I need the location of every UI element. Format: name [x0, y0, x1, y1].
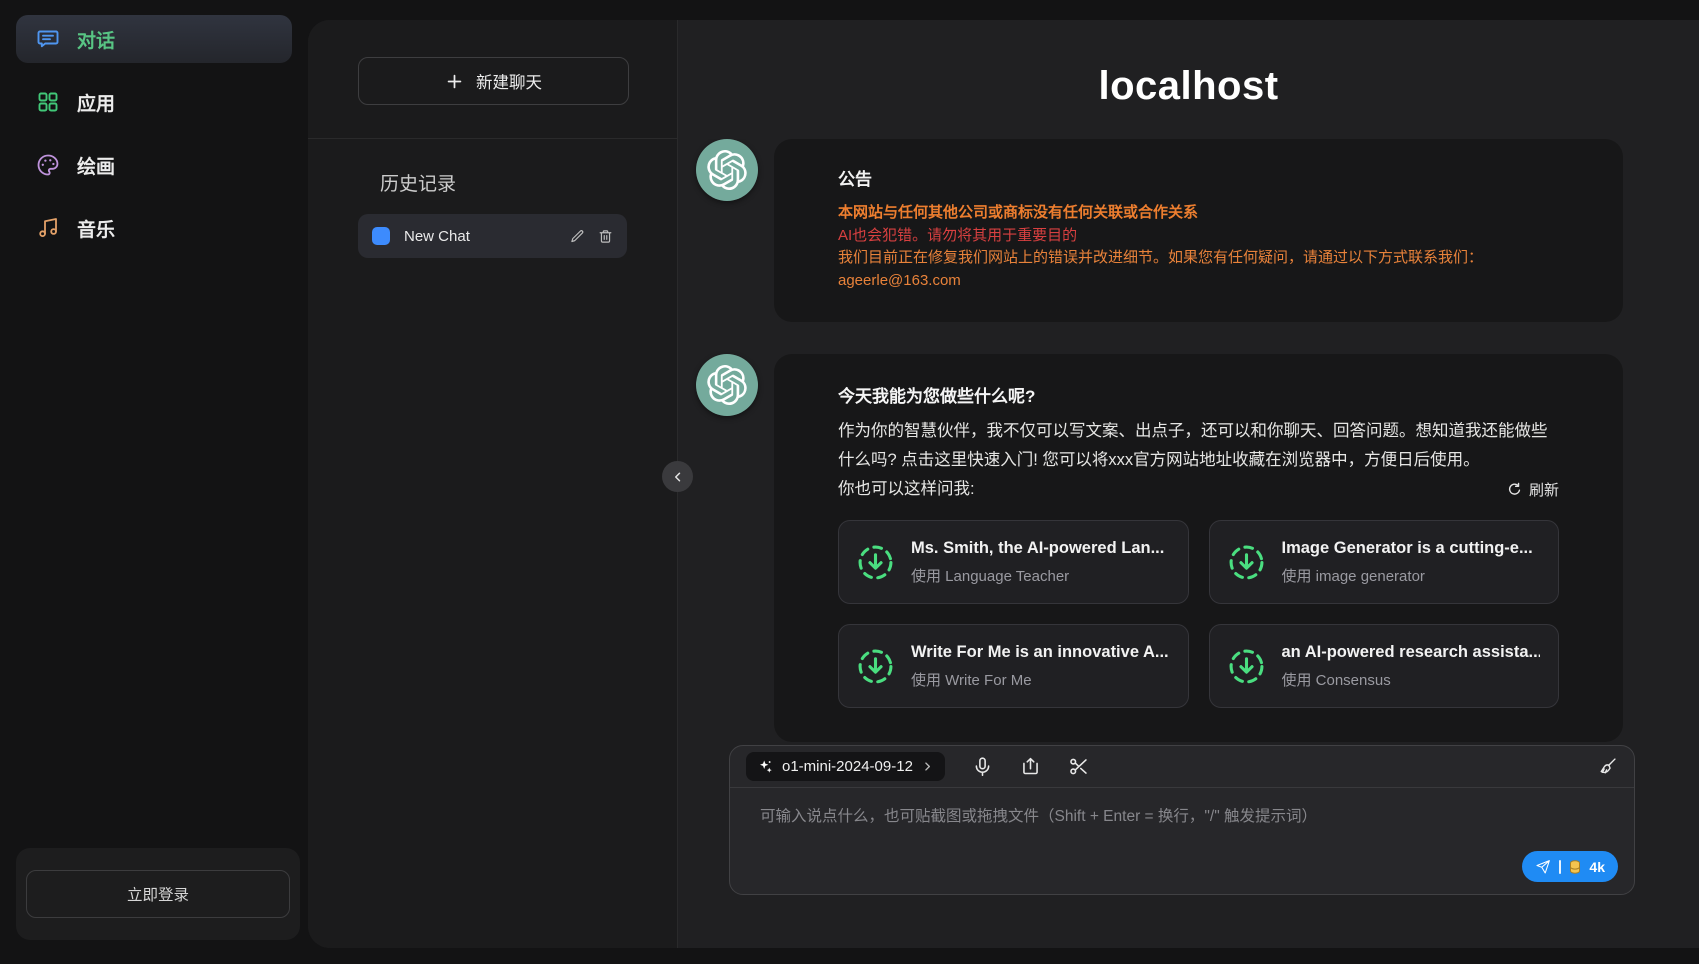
suggestion-card[interactable]: Write For Me is an innovative A... 使用 Wr… [838, 624, 1189, 708]
suggestion-title: Image Generator is a cutting-e... [1282, 539, 1533, 558]
sidebar-item-label: 应用 [77, 89, 115, 116]
assistant-bubble: 今天我能为您做些什么呢? 作为你的智慧伙伴，我不仅可以写文案、出点子，还可以和你… [774, 354, 1623, 742]
openai-logo-icon [707, 150, 747, 190]
announcement-line: AI也会犯错。请勿将其用于重要目的 [838, 225, 1559, 248]
refresh-suggestions-button[interactable]: 刷新 [1507, 479, 1559, 500]
refresh-label: 刷新 [1529, 479, 1559, 500]
chat-icon [36, 27, 60, 51]
hint-row: 你也可以这样问我: 刷新 [838, 475, 1559, 504]
chevron-right-icon [922, 761, 933, 772]
sidebar-nav: 对话 应用 [0, 0, 308, 252]
openai-logo-icon [707, 365, 747, 405]
composer-toolbar: o1-mini-2024-09-12 [730, 746, 1634, 788]
upload-icon[interactable] [1020, 756, 1041, 777]
refresh-icon [1507, 482, 1522, 497]
chevron-left-icon [672, 471, 684, 483]
edit-icon[interactable] [570, 229, 585, 244]
session-item[interactable]: New Chat [358, 214, 627, 258]
suggestion-title: Write For Me is an innovative A... [911, 643, 1169, 662]
assistant-avatar [696, 354, 758, 416]
session-actions [570, 229, 613, 244]
install-plugin-icon [1228, 648, 1265, 685]
announcement-line: 我们目前正在修复我们网站上的错误并改进细节。如果您有任何疑问，请通过以下方式联系… [838, 247, 1559, 270]
suggestion-card[interactable]: Ms. Smith, the AI-powered Lan... 使用 Lang… [838, 520, 1189, 604]
session-avatar-icon [372, 227, 390, 245]
message-assistant: 今天我能为您做些什么呢? 作为你的智慧伙伴，我不仅可以写文案、出点子，还可以和你… [696, 354, 1623, 742]
sparkle-icon [758, 759, 773, 774]
suggestion-text: Ms. Smith, the AI-powered Lan... 使用 Lang… [911, 539, 1164, 586]
send-plane-icon [1535, 859, 1551, 875]
suggestion-subtitle: 使用 Consensus [1282, 669, 1541, 690]
suggestion-title: Ms. Smith, the AI-powered Lan... [911, 539, 1164, 558]
token-coin-icon [1569, 860, 1581, 874]
history-label: 历史记录 [358, 169, 627, 196]
composer-input-area: 4k [730, 788, 1634, 894]
scissors-icon[interactable] [1068, 756, 1089, 777]
suggestion-title: an AI-powered research assista... [1282, 643, 1541, 662]
suggestion-text: Write For Me is an innovative A... 使用 Wr… [911, 643, 1169, 690]
model-selector[interactable]: o1-mini-2024-09-12 [746, 752, 945, 781]
session-title: New Chat [404, 228, 556, 245]
suggestion-subtitle: 使用 Language Teacher [911, 565, 1164, 586]
token-count-badge: 4k [1589, 859, 1605, 875]
microphone-icon[interactable] [972, 756, 993, 777]
announcement-heading: 公告 [838, 165, 1559, 190]
suggestion-subtitle: 使用 image generator [1282, 565, 1533, 586]
music-icon [36, 216, 60, 240]
message-input[interactable] [758, 802, 1618, 861]
collapse-panel-button[interactable] [662, 461, 693, 492]
announcement-email-link[interactable]: ageerle@163.com [838, 270, 1559, 293]
plus-icon [445, 72, 464, 91]
suggestion-subtitle: 使用 Write For Me [911, 669, 1169, 690]
workspace: 新建聊天 历史记录 New Chat [308, 20, 1699, 948]
model-name: o1-mini-2024-09-12 [782, 758, 913, 775]
sidebar-item-apps[interactable]: 应用 [16, 78, 292, 126]
suggestion-card[interactable]: an AI-powered research assista... 使用 Con… [1209, 624, 1560, 708]
install-plugin-icon [1228, 544, 1265, 581]
delete-icon[interactable] [598, 229, 613, 244]
sidebar: 对话 应用 [0, 0, 308, 964]
sidebar-item-drawing[interactable]: 绘画 [16, 141, 292, 189]
assistant-hint: 你也可以这样问我: [838, 475, 975, 504]
send-button[interactable]: 4k [1522, 851, 1618, 882]
message-list: 公告 本网站与任何其他公司或商标没有任何关联或合作关系 AI也会犯错。请勿将其用… [678, 139, 1699, 745]
session-panel-head: 新建聊天 [308, 20, 677, 105]
session-panel: 新建聊天 历史记录 New Chat [308, 20, 678, 948]
suggestion-grid: Ms. Smith, the AI-powered Lan... 使用 Lang… [838, 520, 1559, 708]
install-plugin-icon [857, 648, 894, 685]
sidebar-item-music[interactable]: 音乐 [16, 204, 292, 252]
apps-icon [36, 90, 60, 114]
suggestion-text: an AI-powered research assista... 使用 Con… [1282, 643, 1541, 690]
page-title: localhost [678, 64, 1699, 109]
assistant-body: 作为你的智慧伙伴，我不仅可以写文案、出点子，还可以和你聊天、回答问题。想知道我还… [838, 417, 1559, 475]
login-card: 立即登录 [16, 848, 300, 940]
chat-panel: localhost 公告 本网站与任何其他公司或商标没有任何关联或合作关系 [678, 20, 1699, 948]
assistant-heading: 今天我能为您做些什么呢? [838, 382, 1559, 407]
suggestion-card[interactable]: Image Generator is a cutting-e... 使用 ima… [1209, 520, 1560, 604]
clear-context-broom-icon[interactable] [1597, 756, 1618, 777]
install-plugin-icon [857, 544, 894, 581]
new-chat-button[interactable]: 新建聊天 [358, 57, 629, 105]
new-chat-label: 新建聊天 [476, 69, 542, 93]
assistant-avatar [696, 139, 758, 201]
divider [1559, 860, 1561, 874]
palette-icon [36, 153, 60, 177]
sidebar-item-chat[interactable]: 对话 [16, 15, 292, 63]
announcement-line: 本网站与任何其他公司或商标没有任何关联或合作关系 [838, 202, 1559, 225]
sidebar-item-label: 对话 [77, 26, 115, 53]
composer: o1-mini-2024-09-12 [729, 745, 1635, 895]
suggestion-text: Image Generator is a cutting-e... 使用 ima… [1282, 539, 1533, 586]
composer-area: o1-mini-2024-09-12 [678, 745, 1699, 895]
sidebar-item-label: 音乐 [77, 215, 115, 242]
message-announcement: 公告 本网站与任何其他公司或商标没有任何关联或合作关系 AI也会犯错。请勿将其用… [696, 139, 1623, 322]
divider [308, 138, 677, 139]
session-list: New Chat [308, 214, 677, 258]
login-button[interactable]: 立即登录 [26, 870, 290, 918]
app-window: 对话 应用 [0, 0, 1699, 964]
sidebar-item-label: 绘画 [77, 152, 115, 179]
announcement-bubble: 公告 本网站与任何其他公司或商标没有任何关联或合作关系 AI也会犯错。请勿将其用… [774, 139, 1623, 322]
